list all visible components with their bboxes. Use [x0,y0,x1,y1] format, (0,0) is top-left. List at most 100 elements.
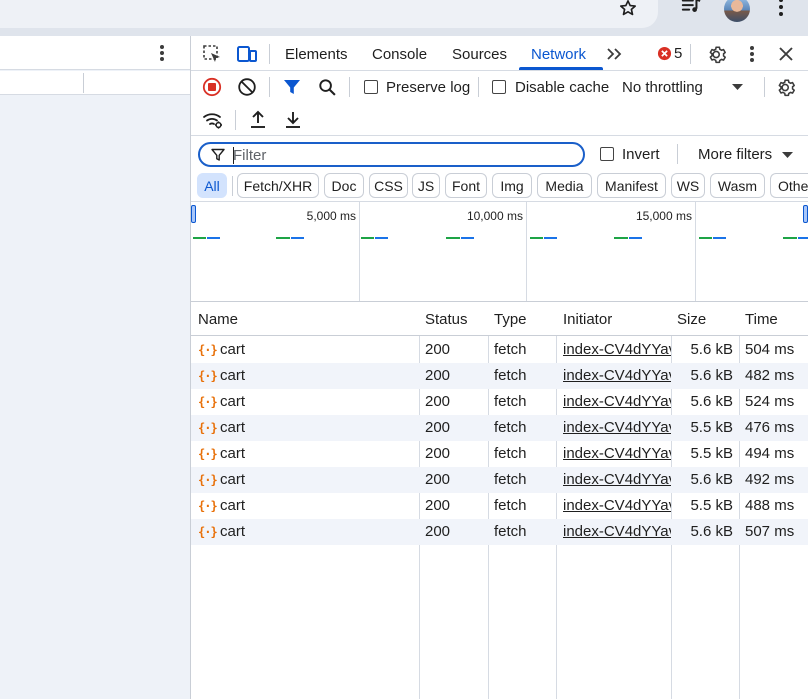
row-name[interactable]: cart [220,497,415,514]
invert-checkbox[interactable] [600,147,614,161]
row-name[interactable]: cart [220,445,415,462]
timeline-left-handle[interactable] [191,205,196,223]
table-row[interactable]: {·} cart 200 fetch index-CV4dYYav 5.5 kB… [191,493,808,519]
row-initiator-link[interactable]: index-CV4dYYav [563,445,671,462]
tabbar-separator-2 [690,44,691,64]
resource-type-filters: All Fetch/XHR Doc CSS JS Font Img Media … [191,171,808,201]
chip-wasm[interactable]: Wasm [710,173,765,198]
chip-all[interactable]: All [197,173,227,198]
network-overview[interactable]: 5,000 ms 10,000 ms 15,000 ms [191,201,808,302]
disable-cache-label[interactable]: Disable cache [515,79,609,96]
more-filters-chevron-icon[interactable] [780,150,794,160]
column-header-name[interactable]: Name [198,311,238,328]
row-time: 504 ms [745,341,795,358]
chevron-down-icon[interactable] [730,82,744,92]
column-header-size[interactable]: Size [677,311,706,328]
chip-ws[interactable]: WS [671,173,705,198]
row-size: 5.5 kB [690,445,733,462]
row-initiator-link[interactable]: index-CV4dYYav [563,419,671,436]
row-name[interactable]: cart [220,523,415,540]
more-filters-button[interactable]: More filters [698,146,772,163]
row-name[interactable]: cart [220,419,415,436]
upload-icon[interactable] [247,108,269,130]
text-caret [233,147,234,164]
star-icon[interactable] [617,0,639,18]
network-settings-gear-icon[interactable] [774,75,798,99]
timeline-right-handle[interactable] [803,205,808,223]
row-status: 200 [425,445,451,462]
table-row[interactable]: {·} cart 200 fetch index-CV4dYYav 5.6 kB… [191,467,808,493]
settings-gear-icon[interactable] [705,42,729,66]
chip-other[interactable]: Othe [770,173,808,198]
error-icon[interactable] [656,45,672,61]
table-row[interactable]: {·} cart 200 fetch index-CV4dYYav 5.5 kB… [191,441,808,467]
timeline-download-dash [544,237,557,239]
row-time: 482 ms [745,367,795,384]
throttling-select[interactable]: No throttling [622,79,703,96]
row-initiator-link[interactable]: index-CV4dYYav [563,497,671,514]
row-name[interactable]: cart [220,341,415,358]
timeline-download-dash [291,237,304,239]
more-tabs-chevron-icon[interactable] [604,44,624,64]
table-row[interactable]: {·} cart 200 fetch index-CV4dYYav 5.5 kB… [191,415,808,441]
tab-elements[interactable]: Elements [285,46,348,63]
row-initiator-link[interactable]: index-CV4dYYav [563,367,671,384]
column-header-status[interactable]: Status [425,311,468,328]
preserve-log-label[interactable]: Preserve log [386,79,470,96]
address-bar[interactable] [0,0,658,28]
invert-label[interactable]: Invert [622,146,660,163]
row-status: 200 [425,393,451,410]
device-toolbar-icon[interactable] [235,43,259,65]
error-count[interactable]: 5 [674,45,682,62]
chip-media[interactable]: Media [537,173,592,198]
row-name[interactable]: cart [220,393,415,410]
row-type: fetch [494,367,527,384]
row-initiator-link[interactable]: index-CV4dYYav [563,393,671,410]
tab-console[interactable]: Console [372,46,427,63]
kebab-menu-icon[interactable] [772,0,790,17]
element-picker-icon[interactable] [201,43,223,65]
preserve-log-checkbox[interactable] [364,80,378,94]
close-icon[interactable] [776,44,796,64]
filter-input-box[interactable] [198,142,585,167]
devtools-kebab-icon[interactable] [742,44,762,64]
chip-doc[interactable]: Doc [324,173,364,198]
chip-img[interactable]: Img [492,173,532,198]
network-conditions-icon[interactable] [201,109,225,131]
chip-manifest[interactable]: Manifest [597,173,666,198]
page-kebab-menu-icon[interactable] [152,43,172,63]
row-name[interactable]: cart [220,367,415,384]
search-icon[interactable] [316,76,338,98]
table-row[interactable]: {·} cart 200 fetch index-CV4dYYav 5.6 kB… [191,363,808,389]
fetch-request-icon: {·} [198,395,218,409]
row-type: fetch [494,393,527,410]
tab-sources[interactable]: Sources [452,46,507,63]
chip-css[interactable]: CSS [369,173,408,198]
chip-fetch-xhr[interactable]: Fetch/XHR [237,173,319,198]
row-name[interactable]: cart [220,471,415,488]
chip-font[interactable]: Font [445,173,487,198]
record-stop-icon[interactable] [201,76,223,98]
table-row[interactable]: {·} cart 200 fetch index-CV4dYYav 5.6 kB… [191,337,808,363]
row-initiator-link[interactable]: index-CV4dYYav [563,471,671,488]
column-header-type[interactable]: Type [494,311,527,328]
row-time: 507 ms [745,523,795,540]
table-row[interactable]: {·} cart 200 fetch index-CV4dYYav 5.6 kB… [191,389,808,415]
disable-cache-checkbox[interactable] [492,80,506,94]
media-playlist-icon[interactable] [679,0,703,16]
table-row[interactable]: {·} cart 200 fetch index-CV4dYYav 5.6 kB… [191,519,808,545]
clear-icon[interactable] [236,76,258,98]
column-header-time[interactable]: Time [745,311,778,328]
download-icon[interactable] [282,108,304,130]
row-size: 5.6 kB [690,367,733,384]
row-initiator-link[interactable]: index-CV4dYYav [563,341,671,358]
row-initiator-link[interactable]: index-CV4dYYav [563,523,671,540]
filter-funnel-icon[interactable] [281,76,303,98]
tab-network[interactable]: Network [531,46,586,63]
browser-toolbar [0,0,808,36]
filter-input[interactable] [233,146,573,164]
chip-js[interactable]: JS [412,173,440,198]
row-time: 494 ms [745,445,795,462]
avatar[interactable] [724,0,750,22]
column-header-initiator[interactable]: Initiator [563,311,612,328]
